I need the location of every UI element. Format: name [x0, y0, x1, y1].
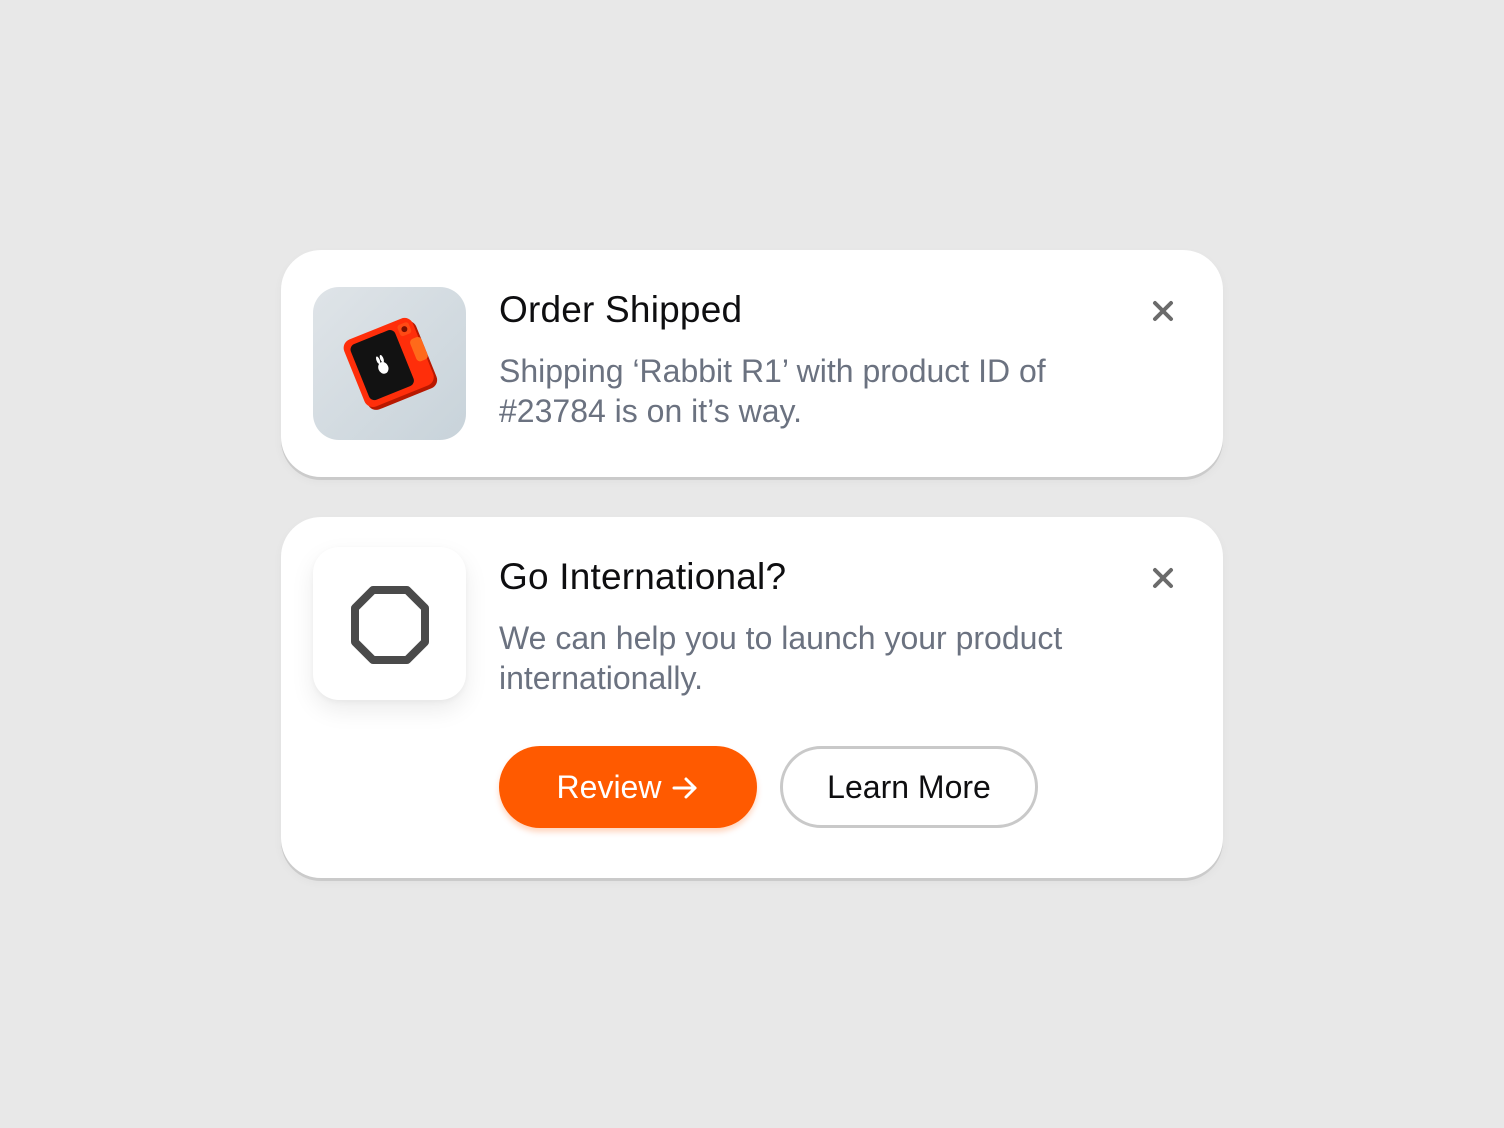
rabbit-r1-device-image — [343, 317, 438, 410]
learn-more-button-label: Learn More — [827, 768, 991, 805]
notification-title: Order Shipped — [499, 289, 743, 330]
product-thumbnail — [313, 287, 466, 440]
octagon-icon — [351, 586, 429, 664]
go-international-notification: Go International? We can help you to lau… — [281, 517, 1223, 878]
learn-more-button[interactable]: Learn More — [780, 746, 1038, 828]
close-icon[interactable] — [1147, 562, 1179, 594]
review-button[interactable]: Review — [499, 746, 757, 828]
review-button-label: Review — [556, 768, 662, 805]
octagon-thumbnail — [313, 547, 466, 700]
notification-message: Shipping ‘Rabbit R1’ with product ID of … — [499, 353, 1046, 429]
notification-message: We can help you to launch your product i… — [499, 620, 1063, 696]
order-shipped-notification: Order Shipped Shipping ‘Rabbit R1’ with … — [281, 250, 1223, 477]
arrow-right-icon — [671, 773, 699, 801]
close-icon[interactable] — [1147, 295, 1179, 327]
notification-title: Go International? — [499, 556, 787, 597]
